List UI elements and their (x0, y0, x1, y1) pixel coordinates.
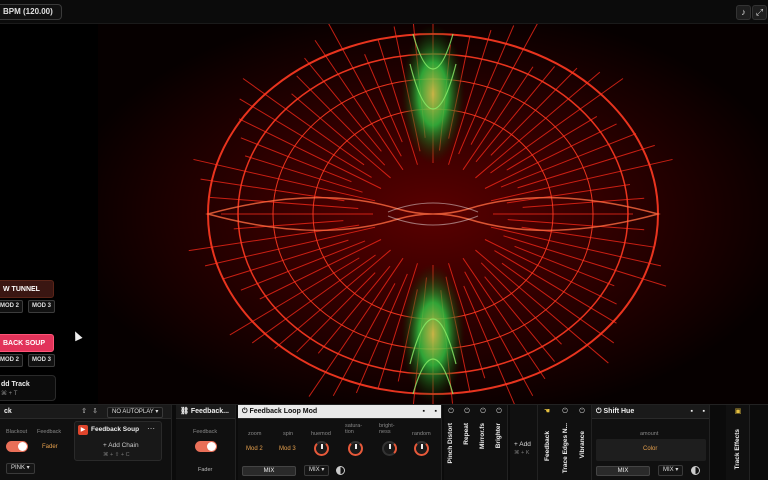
arrow-down-icon[interactable]: ⇩ (90, 407, 100, 417)
bottom-dock: ck ⇧ ⇩ NO AUTOPLAY ▾ Blackout Feedback F… (0, 404, 768, 480)
mix-mode-select[interactable]: MIX ▾ (304, 465, 330, 476)
power-icon[interactable]: ⏻ (560, 407, 570, 417)
param-spin-label: spin (283, 431, 294, 437)
track-effects-panel: ▣ Track Effects (726, 405, 750, 480)
power-icon[interactable]: ⏻ (478, 407, 488, 417)
brightness-knob[interactable] (382, 441, 397, 456)
power-icon[interactable]: ⏻ (577, 407, 587, 417)
feedback-panel: ⛓ Feedback... Feedback Fader (176, 405, 236, 480)
contrast-icon[interactable] (691, 466, 700, 475)
feedback-panel-title[interactable]: Feedback... (191, 408, 229, 415)
mod-3-button[interactable]: MOD 3 (28, 354, 56, 367)
track-effects-label[interactable]: Track Effects (734, 429, 741, 469)
param-random-label: random (412, 431, 431, 437)
scene-tunnel[interactable]: W TUNNEL (0, 280, 54, 298)
scene-list: W TUNNEL MOD 2 MOD 3 BACK SOUP MOD 2 MOD… (0, 24, 98, 404)
mix-slider[interactable]: MIX (596, 466, 650, 476)
arrow-up-icon[interactable]: ⇧ (79, 407, 89, 417)
huemod-knob[interactable] (314, 441, 329, 456)
scene-feedback-soup[interactable]: BACK SOUP (0, 334, 54, 352)
lock-icon[interactable]: ▪ (691, 405, 693, 418)
bpm-button[interactable]: BPM (120.00) (0, 4, 62, 20)
link-icon: ⛓ (180, 408, 189, 415)
hand-icon[interactable]: ☚ (542, 407, 552, 417)
fader-value[interactable]: Fader (42, 444, 58, 450)
track-title: ck (4, 408, 12, 415)
mod-2-button[interactable]: MOD 2 (0, 354, 24, 367)
power-icon[interactable]: ⏻ (494, 407, 504, 417)
effect-repeat[interactable]: Repeat (463, 423, 470, 445)
music-note-icon[interactable]: ♪ (736, 5, 751, 20)
effect-trace-edges[interactable]: Trace Edges N... (562, 423, 569, 473)
mod-2-button[interactable]: MOD 2 (0, 300, 24, 313)
effect-stack: ⏻ ⏻ ⏻ ⏻ Pinch Distort Repeat Mirror.fs B… (444, 405, 508, 480)
add-chain-shortcut: ⌘ + ⇧ + C (103, 452, 130, 458)
add-effect-panel: + Add ⌘ + K (510, 405, 538, 480)
feedback-panel-header: ⛓ Feedback... (176, 405, 235, 419)
add-track-button[interactable]: dd Track ⌘ + T (0, 375, 56, 401)
mod-3-button[interactable]: MOD 3 (28, 300, 56, 313)
color-select[interactable]: PINK ▾ (6, 463, 35, 474)
top-bar: BPM (120.00) ♪ ⤢ (0, 0, 768, 24)
chain-title[interactable]: Feedback Soup (91, 426, 139, 433)
amount-label: amount (640, 431, 659, 437)
fader-label: Fader (198, 467, 213, 473)
bookmark-icon[interactable]: ▪ (435, 405, 437, 418)
param-zoom-label: zoom (248, 431, 262, 437)
blackout-label: Blackout (6, 429, 28, 435)
feedback-loop-mod-panel: ⏻ Feedback Loop Mod ▪ ▪ zoom Mod 2 spin … (238, 405, 442, 480)
saturation-knob[interactable] (348, 441, 363, 456)
mix-mode-select[interactable]: MIX ▾ (658, 465, 684, 476)
add-chain-button[interactable]: + Add Chain (103, 442, 139, 449)
chain-box: ▶ Feedback Soup ⋯ + Add Chain ⌘ + ⇧ + C (74, 421, 162, 461)
effect-vibrance[interactable]: Vibrance (579, 431, 586, 458)
contrast-icon[interactable] (336, 466, 345, 475)
add-track-shortcut: ⌘ + T (1, 391, 18, 397)
autoplay-select[interactable]: NO AUTOPLAY ▾ (107, 407, 164, 418)
add-effect-button[interactable]: + Add (514, 441, 531, 448)
power-icon[interactable]: ⏻ (242, 408, 248, 415)
power-icon[interactable]: ⏻ (462, 407, 472, 417)
loop-mod-header: ⏻ Feedback Loop Mod ▪ ▪ (238, 405, 441, 419)
visual-preview (98, 24, 768, 404)
feedback-label: Feedback (193, 429, 218, 435)
amount-value: Color (643, 446, 658, 452)
param-brightness-label: bright-ness (379, 423, 395, 435)
random-knob[interactable] (414, 441, 429, 456)
param-spin-value[interactable]: Mod 3 (279, 446, 296, 452)
effect-feedback[interactable]: Feedback (544, 431, 551, 461)
effect-pinch-distort[interactable]: Pinch Distort (447, 423, 454, 463)
power-icon[interactable]: ⏻ (596, 408, 602, 415)
shift-hue-panel: ⏻ Shift Hue ▪ ▪ amount Color MIX MIX ▾ (592, 405, 710, 480)
param-saturation-label: satura-tion (345, 423, 363, 435)
lock-icon[interactable]: ▪ (423, 405, 425, 418)
effect-brighter[interactable]: Brighter (495, 423, 502, 448)
power-icon[interactable]: ⏻ (446, 407, 456, 417)
bookmark-icon[interactable]: ▪ (703, 405, 705, 418)
expand-icon[interactable]: ⤢ (752, 5, 767, 20)
add-effect-shortcut: ⌘ + K (514, 450, 530, 456)
app-window: BPM (120.00) ♪ ⤢ W TUNNEL MOD 2 MOD 3 BA… (0, 0, 768, 480)
kaleidoscope-visual (98, 24, 768, 404)
param-huemod-label: huemod (311, 431, 331, 437)
track-panel: ck ⇧ ⇩ NO AUTOPLAY ▾ Blackout Feedback F… (0, 405, 172, 480)
loop-mod-title: Feedback Loop Mod (249, 408, 318, 415)
add-track-label: dd Track (1, 381, 30, 388)
track-effect-stack: ☚ ⏻ ⏻ Feedback Trace Edges N... Vibrance (538, 405, 592, 480)
effect-mirror[interactable]: Mirror.fs (479, 423, 486, 449)
more-icon[interactable]: ⋯ (147, 424, 155, 433)
feedback-toggle[interactable] (195, 441, 217, 452)
feedback-label: Feedback (37, 429, 62, 435)
play-icon[interactable]: ▶ (78, 425, 88, 435)
track-effects-icon[interactable]: ▣ (733, 407, 743, 417)
mix-slider[interactable]: MIX (242, 466, 296, 476)
blackout-toggle[interactable] (6, 441, 28, 452)
shift-hue-header: ⏻ Shift Hue ▪ ▪ (592, 405, 709, 419)
shift-hue-title: Shift Hue (603, 408, 635, 415)
param-zoom-value[interactable]: Mod 2 (246, 446, 263, 452)
